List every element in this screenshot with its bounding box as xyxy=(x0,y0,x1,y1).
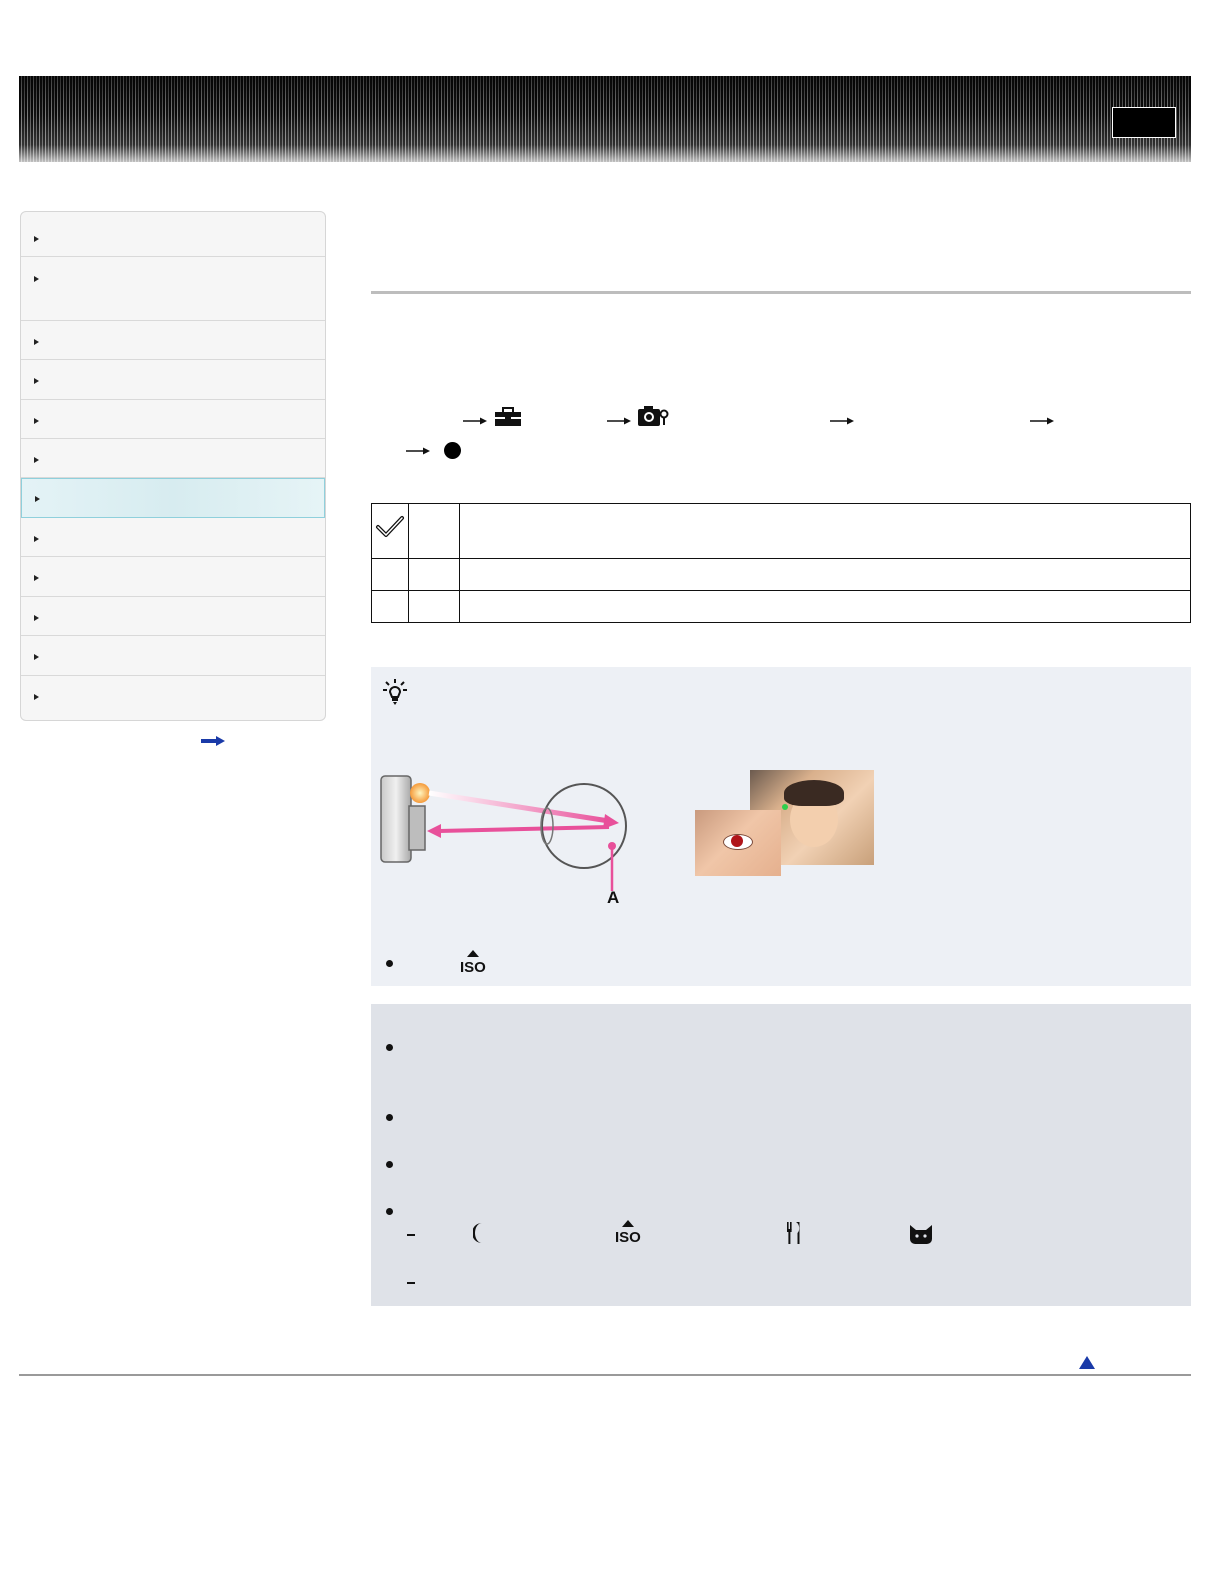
pet-cat-icon xyxy=(910,1225,932,1244)
bullet-arrow-icon xyxy=(35,496,40,502)
table-cell-label xyxy=(408,558,460,591)
dash-marker xyxy=(407,1234,415,1236)
bullet-dot xyxy=(386,1208,393,1215)
diagram-label-a: A xyxy=(607,888,620,907)
title-divider xyxy=(371,291,1191,294)
arrow-icon xyxy=(463,417,487,425)
bullet-dot xyxy=(386,1161,393,1168)
sidebar-item-2[interactable] xyxy=(21,257,325,321)
sidebar-item-10[interactable] xyxy=(21,597,325,636)
table-cell-desc xyxy=(459,503,1191,559)
bullet-dot xyxy=(386,960,393,967)
page-header xyxy=(19,76,1191,162)
table-cell-desc xyxy=(459,590,1191,623)
svg-text:ISO: ISO xyxy=(460,959,486,974)
bullet-arrow-icon xyxy=(34,236,39,242)
high-sensitivity-iso-icon: ISO xyxy=(615,1220,641,1244)
arrow-icon xyxy=(830,417,854,425)
bullet-arrow-icon xyxy=(34,457,39,463)
sidebar-item-1[interactable] xyxy=(21,212,325,257)
sidebar-item-7-active[interactable] xyxy=(21,478,325,518)
sidebar-item-9[interactable] xyxy=(21,557,325,597)
svg-text:ISO: ISO xyxy=(615,1229,641,1244)
bullet-arrow-icon xyxy=(34,339,39,345)
table-cell-label xyxy=(408,503,460,559)
table-cell-icon xyxy=(371,503,409,559)
sidebar-item-6[interactable] xyxy=(21,439,325,478)
twilight-moon-icon xyxy=(473,1223,482,1243)
sidebar-item-4[interactable] xyxy=(21,360,325,400)
bullet-arrow-icon xyxy=(34,276,39,282)
sidebar-item-3[interactable] xyxy=(21,321,325,360)
bullet-arrow-icon xyxy=(34,575,39,581)
table-cell-icon xyxy=(371,558,409,591)
table-row[interactable] xyxy=(371,590,1191,623)
dash-marker xyxy=(407,1282,415,1284)
header-button[interactable] xyxy=(1112,107,1176,138)
lightbulb-icon xyxy=(383,679,407,705)
table-row[interactable] xyxy=(371,503,1191,559)
arrow-icon xyxy=(406,447,430,455)
table-cell-icon xyxy=(371,590,409,623)
camera-settings-icon xyxy=(638,406,669,426)
high-sensitivity-iso-icon: ISO xyxy=(460,950,486,974)
back-to-top-icon[interactable] xyxy=(1079,1356,1095,1369)
bullet-arrow-icon xyxy=(34,654,39,660)
filled-circle-icon xyxy=(444,442,461,459)
footer-divider xyxy=(19,1374,1191,1376)
arrow-icon xyxy=(1030,417,1054,425)
bullet-arrow-icon xyxy=(34,536,39,542)
table-cell-label xyxy=(408,590,460,623)
right-arrow-icon[interactable] xyxy=(201,736,225,746)
bullet-arrow-icon xyxy=(34,378,39,384)
sidebar-item-8[interactable] xyxy=(21,518,325,557)
options-table xyxy=(371,503,1191,623)
checkmark-icon xyxy=(376,516,404,537)
gourmet-fork-knife-icon xyxy=(787,1222,800,1244)
table-row[interactable] xyxy=(371,558,1191,591)
sidebar-item-12[interactable] xyxy=(21,676,325,720)
bullet-dot xyxy=(386,1114,393,1121)
toolbox-icon xyxy=(495,407,521,426)
hint-box: A ISO xyxy=(371,667,1191,986)
bullet-dot xyxy=(386,1044,393,1051)
table-cell-desc xyxy=(459,558,1191,591)
bullet-arrow-icon xyxy=(34,418,39,424)
bullet-arrow-icon xyxy=(34,694,39,700)
bullet-arrow-icon xyxy=(34,615,39,621)
sidebar-nav xyxy=(20,211,326,721)
sidebar-item-11[interactable] xyxy=(21,636,325,676)
arrow-icon xyxy=(607,417,631,425)
notes-box: ISO xyxy=(371,1004,1191,1306)
sample-photo-red-eye xyxy=(695,810,781,876)
sidebar-item-5[interactable] xyxy=(21,400,325,439)
